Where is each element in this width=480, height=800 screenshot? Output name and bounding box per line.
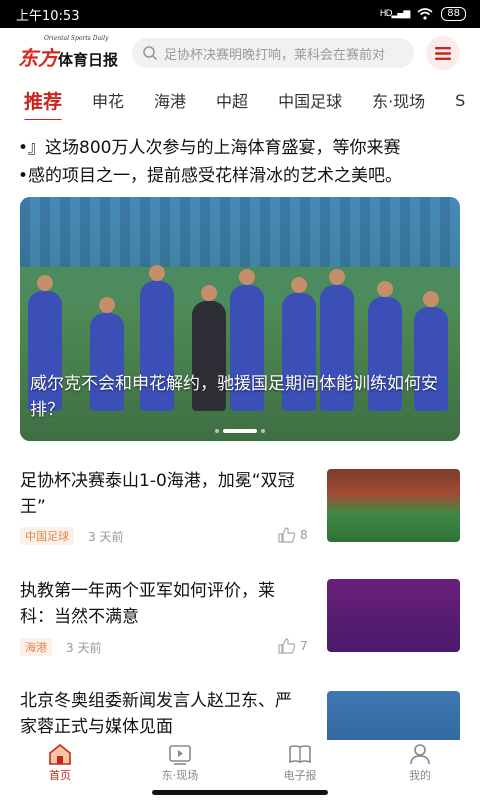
- thumbs-up-icon: [278, 527, 296, 543]
- article-meta: 海港 3 天前: [20, 638, 101, 656]
- tab-epaper[interactable]: 电子报: [240, 740, 360, 786]
- article-time: 3 天前: [66, 640, 102, 655]
- tab-live-label: 东·现场: [161, 769, 199, 782]
- logo-english: Oriental Sports Daily: [44, 35, 109, 42]
- tab-recommend[interactable]: 推荐: [24, 87, 63, 120]
- home-icon: [49, 743, 71, 765]
- wifi-icon: [417, 8, 433, 20]
- article-time: 3 天前: [88, 529, 124, 544]
- category-tag: 海港: [20, 638, 52, 656]
- ticker-text[interactable]: •』这场800万人次参与的上海体育盛宴，等你来赛 •感的项目之一，提前感受花样滑…: [18, 134, 468, 190]
- like-button[interactable]: 8: [278, 527, 308, 543]
- article-title: 执教第一年两个亚军如何评价，莱科：当然不满意: [20, 581, 275, 627]
- logo-text: 体育日报: [58, 51, 119, 69]
- search-placeholder: 足协杯决赛明晚打响，莱科会在赛前对: [164, 47, 386, 63]
- tab-profile-label: 我的: [409, 769, 431, 782]
- search-icon: [143, 46, 158, 61]
- tab-overflow[interactable]: S: [455, 91, 465, 110]
- status-time: 上午10:53: [16, 8, 80, 24]
- status-bar: 上午10:53 HD▂▄▆ 88: [0, 0, 480, 28]
- app-header: Oriental Sports Daily 东方 体育日报 足协杯决赛明晚打响，…: [0, 28, 480, 78]
- menu-icon: [435, 46, 451, 60]
- like-button[interactable]: 7: [278, 638, 308, 654]
- tab-shenhua[interactable]: 申花: [92, 88, 124, 112]
- thumbs-up-icon: [278, 638, 296, 654]
- search-input[interactable]: 足协杯决赛明晚打响，莱科会在赛前对: [132, 38, 414, 68]
- tab-china-football[interactable]: 中国足球: [278, 88, 342, 112]
- like-count: 8: [300, 528, 308, 542]
- user-icon: [410, 744, 430, 765]
- tab-home-label: 首页: [49, 769, 71, 782]
- ticker-line: •』这场800万人次参与的上海体育盛宴，等你来赛: [18, 138, 401, 158]
- tab-haigang[interactable]: 海港: [154, 88, 186, 112]
- status-icons: HD▂▄▆ 88: [380, 7, 466, 21]
- menu-button[interactable]: [426, 36, 460, 70]
- carousel-indicator: [215, 429, 265, 433]
- article-title: 北京冬奥组委新闻发言人赵卫东、严家蓉正式与媒体见面: [20, 691, 292, 737]
- like-count: 7: [300, 639, 308, 653]
- list-item[interactable]: 北京冬奥组委新闻发言人赵卫东、严家蓉正式与媒体见面: [20, 688, 460, 740]
- category-tag: 中国足球: [20, 527, 74, 545]
- article-thumbnail: [327, 579, 460, 652]
- ticker-line: •感的项目之一，提前感受花样滑冰的艺术之美吧。: [18, 166, 403, 186]
- tab-profile[interactable]: 我的: [360, 740, 480, 786]
- tab-live[interactable]: 东·现场: [372, 88, 425, 112]
- signal-icon: HD▂▄▆: [379, 9, 410, 19]
- tab-epaper-label: 电子报: [283, 769, 317, 782]
- hero-caption: 威尔克不会和申花解约，驰援国足期间体能训练如何安排？: [30, 374, 438, 420]
- list-item[interactable]: 执教第一年两个亚军如何评价，莱科：当然不满意 海港 3 天前 7: [20, 578, 460, 658]
- tab-home[interactable]: 首页: [0, 740, 120, 786]
- app-logo[interactable]: Oriental Sports Daily 东方 体育日报: [18, 35, 118, 71]
- video-icon: [169, 745, 191, 765]
- tab-live-bottom[interactable]: 东·现场: [120, 740, 240, 786]
- tab-csl[interactable]: 中超: [216, 88, 248, 112]
- stadium-stand: [20, 197, 460, 267]
- list-item[interactable]: 足协杯决赛泰山1-0海港，加冕“双冠王” 中国足球 3 天前 8: [20, 468, 460, 548]
- article-meta: 中国足球 3 天前: [20, 527, 123, 545]
- hero-banner[interactable]: 威尔克不会和申花解约，驰援国足期间体能训练如何安排？: [20, 197, 460, 441]
- article-thumbnail: [327, 691, 460, 740]
- channel-tabs: 推荐 申花 海港 中超 中国足球 东·现场 S: [0, 80, 480, 120]
- article-title: 足协杯决赛泰山1-0海港，加冕“双冠王”: [20, 471, 295, 517]
- bottom-tab-bar: 首页 东·现场 电子报 我的: [0, 740, 480, 786]
- newspaper-icon: [289, 745, 311, 764]
- article-thumbnail: [327, 469, 460, 542]
- battery-icon: 88: [441, 7, 466, 21]
- logo-mark: 东方: [18, 46, 58, 70]
- home-indicator[interactable]: [152, 790, 328, 795]
